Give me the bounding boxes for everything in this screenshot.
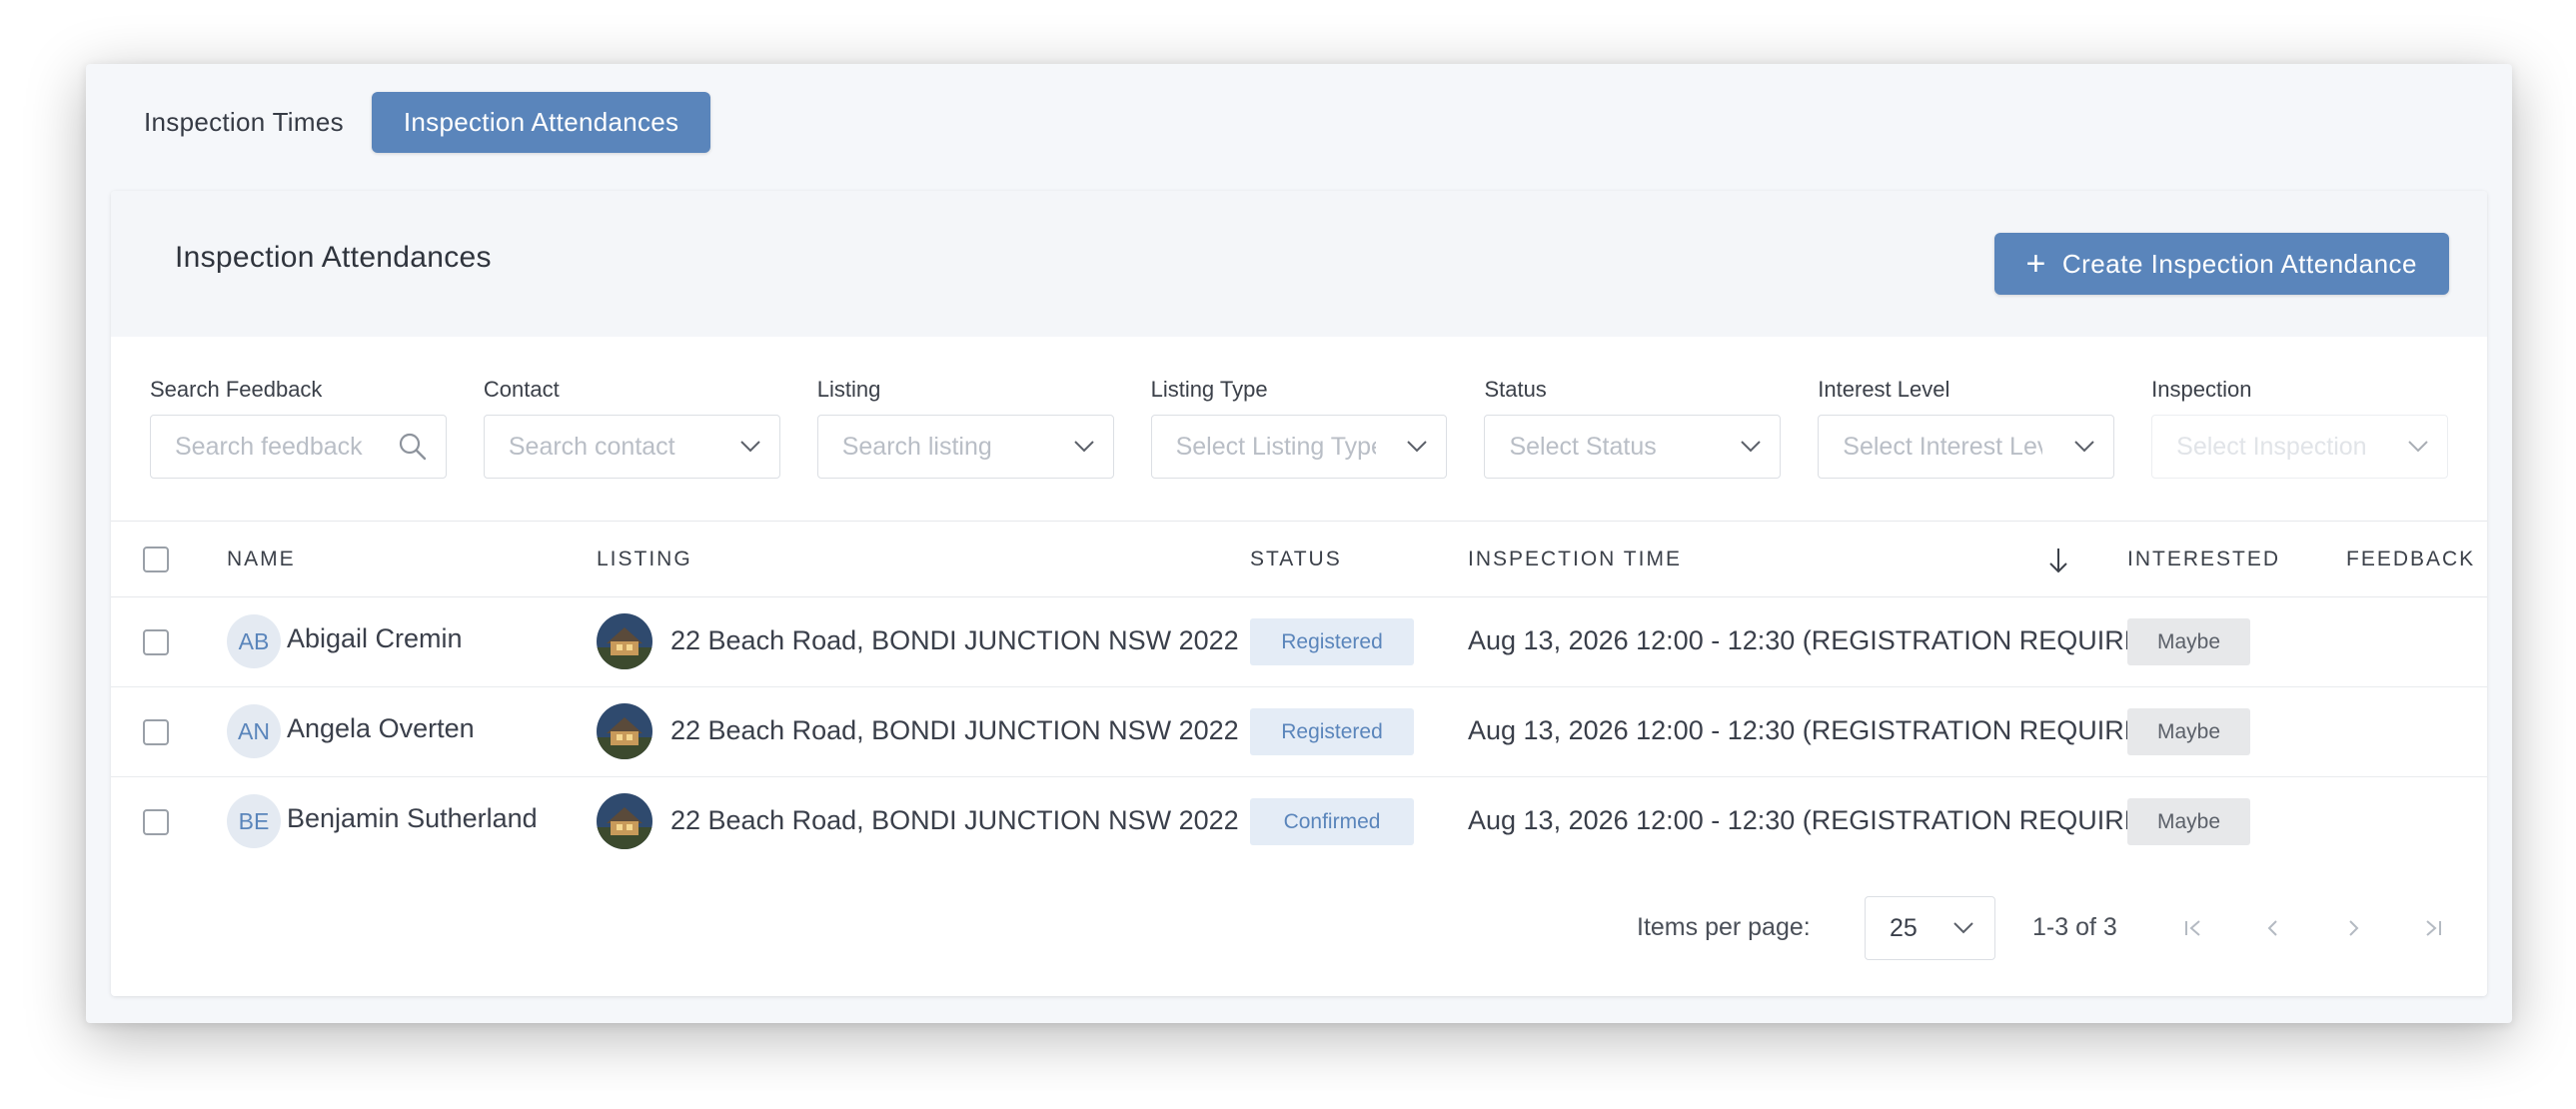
chevron-down-icon	[740, 441, 760, 453]
table-row[interactable]: AN Angela Overten 22 Beach Road, BONDI J…	[111, 687, 2487, 777]
listing-select[interactable]: Search listing	[816, 415, 1114, 479]
filter-label: Status	[1484, 377, 1547, 402]
column-header-listing[interactable]: LISTING	[597, 548, 692, 571]
status-badge: Confirmed	[1250, 798, 1414, 845]
filter-label: Listing Type	[1150, 377, 1268, 402]
chevron-down-icon	[2074, 441, 2094, 453]
listing-type-select[interactable]: Select Listing Type	[1150, 415, 1448, 479]
app-window: Inspection Times Inspection Attendances …	[86, 64, 2512, 1023]
pagination: Items per page: 25 1-3 of 3	[111, 896, 2487, 960]
interest-badge: Maybe	[2127, 708, 2250, 755]
status-select[interactable]: Select Status	[1484, 415, 1782, 479]
listing-thumbnail	[597, 613, 652, 669]
last-page-icon[interactable]	[2419, 914, 2447, 942]
inspection-time: Aug 13, 2026 12:00 - 12:30 (REGISTRATION…	[1468, 715, 2171, 745]
filter-label: Listing	[816, 377, 881, 402]
filter-inspection: Inspection Select Inspection	[2151, 377, 2449, 479]
filter-interest-level: Interest Level Select Interest Level	[1818, 377, 2115, 479]
next-page-icon[interactable]	[2339, 914, 2367, 942]
chevron-down-icon	[1073, 441, 1094, 453]
interest-badge: Maybe	[2127, 618, 2250, 665]
placeholder: Select Listing Type	[1175, 432, 1376, 461]
contact-name[interactable]: Benjamin Sutherland	[287, 803, 538, 834]
contact-name[interactable]: Angela Overten	[287, 713, 475, 744]
filter-listing: Listing Search listing	[816, 377, 1114, 479]
items-per-page-label: Items per page:	[1637, 913, 1811, 941]
chevron-down-icon	[1741, 441, 1762, 453]
tab-bar: Inspection Times Inspection Attendances	[118, 92, 711, 153]
listing-address[interactable]: 22 Beach Road, BONDI JUNCTION NSW 2022	[670, 805, 1239, 836]
filter-listing-type: Listing Type Select Listing Type	[1150, 377, 1448, 479]
placeholder: Select Interest Level	[1843, 432, 2042, 461]
column-header-inspection-time[interactable]: INSPECTION TIME	[1468, 548, 1682, 571]
table-row[interactable]: AB Abigail Cremin 22 Beach Road, BONDI J…	[111, 597, 2487, 687]
placeholder: Search feedback	[175, 432, 363, 461]
chevron-down-icon	[1953, 922, 1973, 934]
status-badge: Registered	[1250, 618, 1414, 665]
attendances-table: NAME LISTING STATUS INSPECTION TIME INTE…	[111, 521, 2487, 867]
interest-badge: Maybe	[2127, 798, 2250, 845]
first-page-icon[interactable]	[2179, 914, 2207, 942]
filter-search-feedback: Search Feedback Search feedback	[150, 377, 447, 479]
inspection-select: Select Inspection	[2151, 415, 2449, 479]
select-all-checkbox[interactable]	[143, 547, 169, 572]
attendances-card: Inspection Attendances + Create Inspecti…	[111, 191, 2487, 996]
create-inspection-attendance-button[interactable]: + Create Inspection Attendance	[1993, 233, 2449, 295]
filter-bar: Search Feedback Search feedback Contact …	[150, 377, 2449, 479]
placeholder: Search listing	[841, 432, 992, 461]
inspection-time: Aug 13, 2026 12:00 - 12:30 (REGISTRATION…	[1468, 805, 2171, 835]
listing-address[interactable]: 22 Beach Road, BONDI JUNCTION NSW 2022	[670, 715, 1239, 746]
contact-select[interactable]: Search contact	[483, 415, 780, 479]
avatar: AB	[227, 614, 281, 668]
column-header-name[interactable]: NAME	[227, 548, 296, 571]
search-feedback-input[interactable]: Search feedback	[150, 415, 447, 479]
filter-status: Status Select Status	[1484, 377, 1782, 479]
create-button-label: Create Inspection Attendance	[2061, 248, 2417, 279]
tab-inspection-attendances[interactable]: Inspection Attendances	[371, 92, 711, 153]
filter-label: Search Feedback	[150, 377, 323, 402]
column-header-feedback[interactable]: FEEDBACK	[2346, 548, 2475, 571]
previous-page-icon[interactable]	[2259, 914, 2287, 942]
listing-thumbnail	[597, 793, 652, 849]
tab-inspection-times[interactable]: Inspection Times	[118, 92, 344, 153]
table-row[interactable]: BE Benjamin Sutherland 22 Beach Road, BO…	[111, 777, 2487, 867]
placeholder: Select Inspection	[2176, 432, 2367, 461]
avatar: AN	[227, 704, 281, 758]
status-badge: Registered	[1250, 708, 1414, 755]
filter-label: Inspection	[2151, 377, 2252, 402]
chevron-down-icon	[1407, 441, 1428, 453]
page-title: Inspection Attendances	[175, 241, 492, 274]
column-header-status[interactable]: STATUS	[1250, 548, 1342, 571]
row-checkbox[interactable]	[143, 629, 169, 655]
inspection-time: Aug 13, 2026 12:00 - 12:30 (REGISTRATION…	[1468, 625, 2171, 655]
row-checkbox[interactable]	[143, 719, 169, 745]
row-checkbox[interactable]	[143, 809, 169, 835]
search-icon	[399, 433, 427, 461]
table-header: NAME LISTING STATUS INSPECTION TIME INTE…	[111, 521, 2487, 597]
arrow-down-icon[interactable]	[2046, 546, 2070, 575]
card-header: Inspection Attendances + Create Inspecti…	[111, 191, 2487, 337]
chevron-down-icon	[2408, 441, 2428, 453]
column-header-interested[interactable]: INTERESTED	[2127, 548, 2280, 571]
filter-contact: Contact Search contact	[483, 377, 780, 479]
placeholder: Select Status	[1509, 432, 1657, 461]
page-size-value: 25	[1890, 913, 1918, 942]
interest-level-select[interactable]: Select Interest Level	[1818, 415, 2115, 479]
avatar: BE	[227, 794, 281, 848]
filter-label: Contact	[483, 377, 560, 402]
listing-address[interactable]: 22 Beach Road, BONDI JUNCTION NSW 2022	[670, 625, 1239, 656]
contact-name[interactable]: Abigail Cremin	[287, 623, 463, 654]
plus-icon: +	[2025, 245, 2046, 283]
page-range: 1-3 of 3	[2032, 913, 2117, 941]
page-size-select[interactable]: 25	[1865, 896, 1995, 960]
placeholder: Search contact	[508, 432, 675, 461]
listing-thumbnail	[597, 703, 652, 759]
filter-label: Interest Level	[1818, 377, 1950, 402]
